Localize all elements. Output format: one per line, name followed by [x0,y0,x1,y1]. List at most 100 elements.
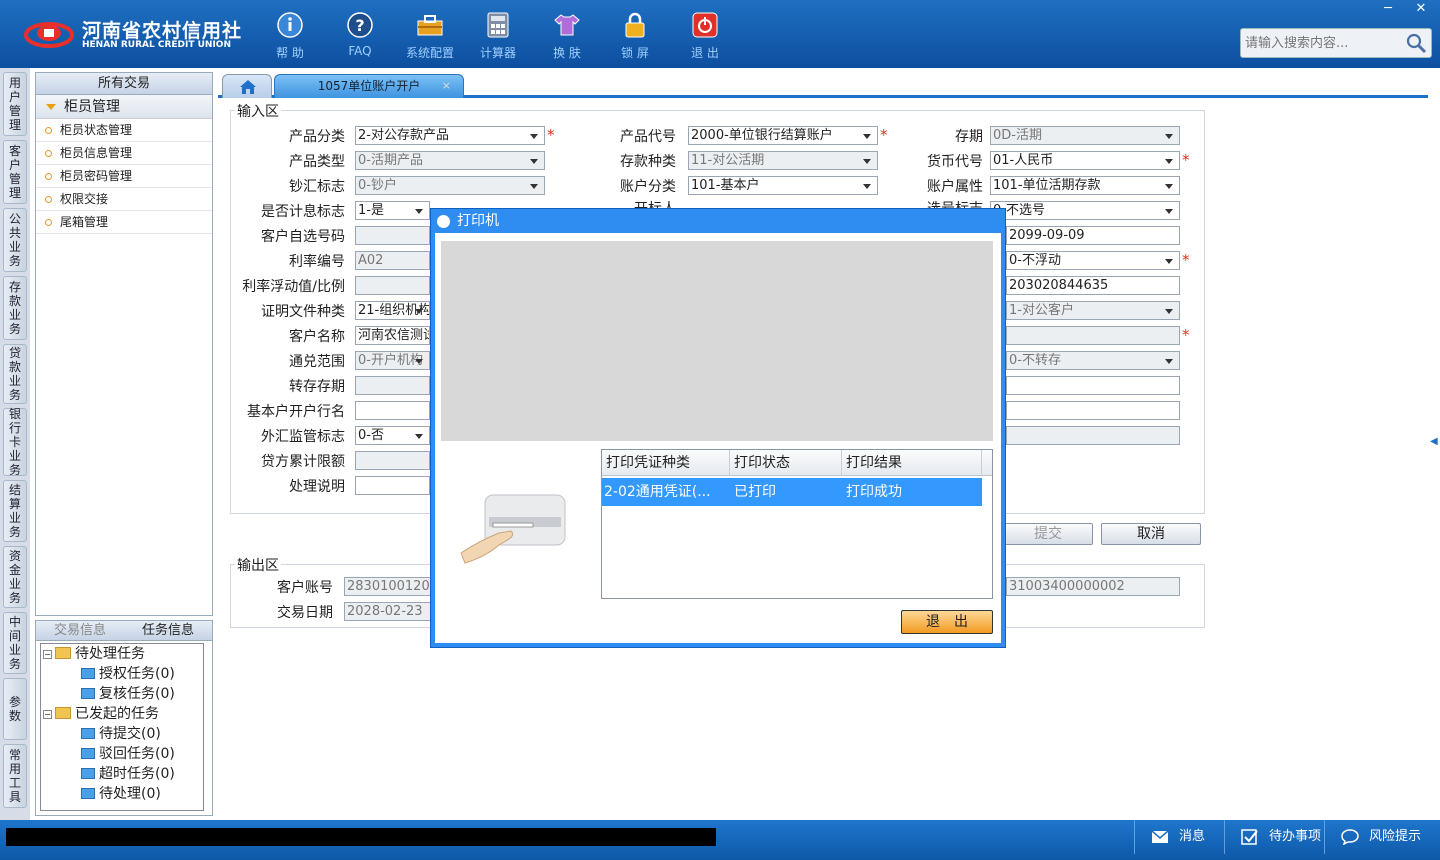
dialog-exit-button[interactable]: 退出 [901,610,993,634]
field-rollover-flag[interactable]: 0-不转存 [1006,351,1180,370]
status-messages[interactable]: 消息 [1134,820,1224,854]
tree-node-initiated[interactable]: − 已发起的任务 [43,704,159,724]
tree-node-pending[interactable]: − 待处理任务 [43,644,145,664]
side-tab-settlement[interactable]: 结算业务 [3,480,27,542]
side-tab-user-mgmt[interactable]: 用户管理 [3,72,27,136]
side-tab-bank-card[interactable]: 银行卡业务 [3,407,27,477]
calculator-button[interactable]: 计算器 [465,8,531,64]
nav-header[interactable]: 所有交易 [36,73,212,95]
table-row[interactable]: 2-02通用凭证(... 已打印 打印成功 [602,478,982,506]
side-tab-funds[interactable]: 资金业务 [3,546,27,608]
field-id-doc-type[interactable]: 21-组织机构 [355,301,430,320]
field-extra-field-2[interactable] [1006,401,1180,420]
task-panel: 交易信息 任务信息 − 待处理任务 授权任务(0) 复核任务(0) − 已发起的任务… [35,620,213,816]
tree-node-authorize[interactable]: 授权任务(0) [81,664,175,684]
field-extra-field-3[interactable] [1006,426,1180,445]
select-account-attr[interactable]: 101-单位活期存款 [990,176,1180,195]
tree-node-timeout[interactable]: 超时任务(0) [81,764,175,784]
field-forex-supervision[interactable]: 0-否 [355,426,430,445]
faq-button[interactable]: ? FAQ [327,8,393,64]
required-mark: * [1182,151,1190,169]
submit-button[interactable]: 提交 [1003,523,1093,545]
minimize-button[interactable]: ─ [1372,0,1404,18]
cancel-button[interactable]: 取消 [1101,523,1201,545]
tab-account-opening[interactable]: 1057单位账户开户 × [274,74,464,98]
print-preview [441,241,993,441]
tree-node-to-submit[interactable]: 待提交(0) [81,724,161,744]
home-tab[interactable] [222,74,272,98]
lock-screen-button[interactable]: 锁 屏 [602,8,668,64]
field-product-category[interactable]: 2-对公存款产品 [355,126,545,145]
collapse-right-icon[interactable]: ◀ [1430,436,1438,450]
field-hidden-field[interactable] [1006,326,1180,345]
select-account-class[interactable]: 101-基本户 [688,176,878,195]
label-product-code: 产品代号 [620,129,676,145]
collapse-icon[interactable]: − [43,650,52,659]
field-rollover-term[interactable] [355,376,430,395]
status-todo[interactable]: 待办事项 [1224,820,1324,854]
skin-button[interactable]: 换 肤 [534,8,600,64]
side-tab-deposit[interactable]: 存款业务 [3,276,27,340]
field-customer-type[interactable]: 1-对公客户 [1006,301,1180,320]
col-print-status[interactable]: 打印状态 [730,450,842,476]
nav-group-teller-mgmt[interactable]: 柜员管理 [36,95,212,119]
select-number-flag[interactable]: 0-不选号 [990,201,1180,220]
field-basic-account-bank[interactable] [355,401,430,420]
field-cash-remit-flag[interactable]: 0-钞户 [355,176,545,195]
field-customer-number[interactable] [355,226,430,245]
search-icon[interactable] [1405,32,1427,54]
close-window-button[interactable]: ✕ [1405,0,1437,18]
side-tab-common-tools[interactable]: 常用工具 [3,744,27,808]
select-product-code[interactable]: 2000-单位银行结算账户 [688,126,878,145]
field-exchange-scope[interactable]: 0-开户机构 [355,351,430,370]
system-config-button[interactable]: 系统配置 [397,8,463,64]
nav-item-tail-box[interactable]: 尾箱管理 [36,211,212,234]
exit-app-button[interactable]: 退 出 [672,8,738,64]
side-tab-parameters[interactable]: 参数 [3,678,27,740]
exit-app-label: 退 出 [691,46,719,60]
tab-transaction-info[interactable]: 交易信息 [36,621,124,640]
field-certificate-number[interactable]: 203020844635 [1006,276,1180,295]
side-tab-customer-mgmt[interactable]: 客户管理 [3,140,27,204]
collapse-icon[interactable]: − [43,710,52,719]
system-config-label: 系统配置 [405,46,454,60]
task-icon [81,668,95,679]
search-input[interactable] [1245,33,1405,53]
label-rate-code: 利率编号 [289,254,345,270]
nav-item-teller-status[interactable]: 柜员状态管理 [36,119,212,142]
field-rate-float-flag[interactable]: 0-不浮动 [1006,251,1180,270]
select-currency[interactable]: 01-人民币 [990,151,1180,170]
select-term[interactable]: 0D-活期 [990,126,1180,145]
label-rollover-term: 转存存期 [289,379,345,395]
field-rate-code[interactable]: A02 [355,251,430,270]
tab-task-info[interactable]: 任务信息 [124,621,212,640]
field-output-account-2: 31003400000002 [1006,577,1180,596]
field-extra-field-1[interactable] [1006,376,1180,395]
col-print-result[interactable]: 打印结果 [842,450,982,476]
tree-node-rejected[interactable]: 驳回任务(0) [81,744,175,764]
logo-text-cn: 河南省农村信用社 [82,20,243,42]
nav-item-permission-handover[interactable]: 权限交接 [36,188,212,211]
tree-node-to-process[interactable]: 待处理(0) [81,784,161,804]
side-tab-intermediary[interactable]: 中间业务 [3,612,27,674]
tree-node-review[interactable]: 复核任务(0) [81,684,175,704]
field-customer-name[interactable]: 河南农信测试 [355,326,430,345]
select-deposit-type[interactable]: 11-对公活期 [688,151,878,170]
task-icon [81,688,95,699]
field-maturity-date[interactable]: 2099-09-09 [1006,226,1180,245]
field-credit-limit[interactable] [355,451,430,470]
help-button[interactable]: 帮 助 [257,8,323,64]
tab-close-icon[interactable]: × [442,75,451,97]
col-voucher-type[interactable]: 打印凭证种类 [602,450,730,476]
nav-item-teller-password[interactable]: 柜员密码管理 [36,165,212,188]
field-remark[interactable] [355,476,430,495]
field-product-type[interactable]: 0-活期产品 [355,151,545,170]
faq-label: FAQ [348,44,372,58]
status-risk[interactable]: 风险提示 [1324,820,1434,854]
side-tab-public-business[interactable]: 公共业务 [3,208,27,272]
field-interest-flag[interactable]: 1-是 [355,201,430,220]
side-tab-loan[interactable]: 贷款业务 [3,344,27,404]
printer-title-icon [437,215,450,228]
field-rate-float[interactable] [355,276,430,295]
nav-item-teller-info[interactable]: 柜员信息管理 [36,142,212,165]
